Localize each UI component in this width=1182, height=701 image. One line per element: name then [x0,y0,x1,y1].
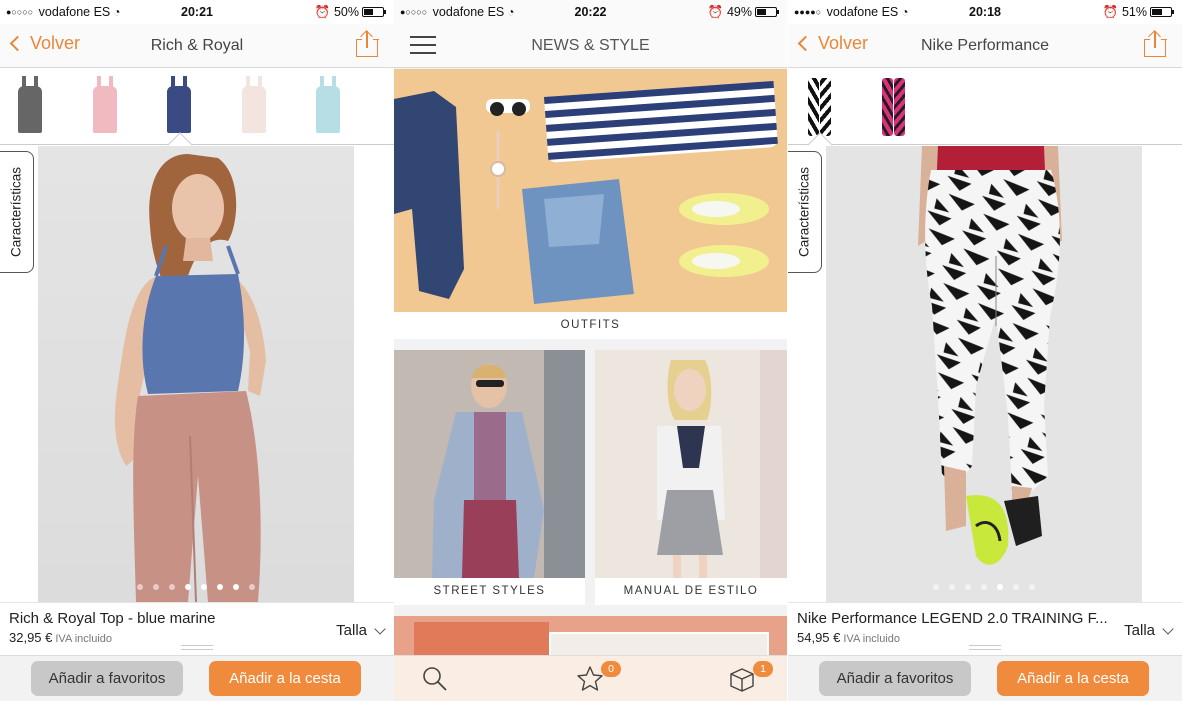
product-photo[interactable] [826,146,1142,602]
add-to-cart-button[interactable]: Añadir a la cesta [209,661,361,696]
features-tab[interactable]: Características [788,151,822,273]
outfits-image [394,69,787,312]
cart-badge: 1 [753,661,773,677]
favorites-badge: 0 [601,661,621,677]
search-icon [423,667,447,691]
thumbnail-pink-leggings[interactable] [879,76,909,136]
size-selector[interactable]: Talla [336,622,386,639]
add-to-cart-button[interactable]: Añadir a la cesta [997,661,1149,696]
page-title: Rich & Royal [150,37,244,54]
thumbnail-lightblue-top[interactable] [313,76,343,133]
street-styles-image [394,350,585,578]
product-screen-rich-royal: ●○○○○ vodafone ES ◔ 20:21 ⏰ 50% Volver Ri… [0,0,394,701]
battery-status: ⏰ 50% [314,5,386,20]
style-guide-image [595,350,787,578]
product-photo[interactable] [38,146,354,602]
features-tab[interactable]: Características [0,151,34,273]
next-tile[interactable] [394,616,787,656]
nav-bar: Volver Nike Performance [788,24,1182,68]
tab-favorites[interactable]: 0 [575,661,621,694]
image-pager [826,577,1142,595]
alarm-icon: ⏰ [314,5,331,19]
news-style-screen: ●○○○○ vodafone ES ◔ 20:22 ⏰ 49% NEWS & ST… [394,0,787,701]
action-bar: Añadir a favoritos Añadir a la cesta [0,655,394,701]
size-selector[interactable]: Talla [1124,622,1174,639]
share-icon[interactable] [1143,30,1167,58]
model-illustration [826,146,1142,602]
share-icon[interactable] [355,30,379,58]
nav-bar: Volver Rich & Royal [0,24,394,68]
add-to-favorites-button[interactable]: Añadir a favoritos [31,661,183,696]
tab-search[interactable] [420,664,452,694]
app-screens: ●○○○○ vodafone ES ◔ 20:21 ⏰ 50% Volver Ri… [0,0,1182,701]
status-bar: ●●●●○ vodafone ES ◔ 20:18 ⏰ 51% [788,0,1182,24]
battery-icon [755,7,779,17]
outfits-caption: OUTFITS [394,312,787,339]
battery-status: ⏰ 51% [1102,5,1174,20]
battery-status: ⏰ 49% [707,5,779,20]
thumbnail-gray-top[interactable] [15,76,45,133]
street-styles-tile[interactable]: STREET STYLES [394,350,585,605]
outfits-tile[interactable]: OUTFITS [394,69,787,339]
page-title: Nike Performance [920,37,1050,54]
product-price: 54,95 € IVA incluido [797,630,901,645]
battery-icon [1150,7,1174,17]
drag-handle[interactable] [181,645,213,650]
add-to-favorites-button[interactable]: Añadir a favoritos [819,661,971,696]
product-name: Nike Performance LEGEND 2.0 TRAINING F..… [797,610,1108,627]
color-thumbnails [0,69,394,145]
thumbnail-bw-leggings[interactable] [805,76,835,136]
thumbnail-pink-top[interactable] [90,76,120,133]
image-pager [38,577,354,595]
tab-bar: 0 1 [394,655,787,701]
alarm-icon: ⏰ [707,5,724,19]
product-price: 32,95 € IVA incluido [9,630,113,645]
street-styles-caption: STREET STYLES [394,578,585,605]
thumbnail-cream-top[interactable] [239,76,269,133]
page-title: NEWS & STYLE [531,37,650,54]
status-bar: ●○○○○ vodafone ES ◔ 20:21 ⏰ 50% [0,0,394,24]
battery-icon [362,7,386,17]
action-bar: Añadir a favoritos Añadir a la cesta [788,655,1182,701]
product-name: Rich & Royal Top - blue marine [9,610,216,627]
nav-bar: NEWS & STYLE [394,24,787,68]
tab-cart[interactable]: 1 [727,661,773,694]
chevron-down-icon [374,622,386,635]
status-bar: ●○○○○ vodafone ES ◔ 20:22 ⏰ 49% [394,0,787,24]
chevron-down-icon [1162,622,1174,635]
thumbnail-navy-top[interactable] [164,76,194,133]
style-guide-tile[interactable]: MANUAL DE ESTILO [595,350,787,605]
style-guide-caption: MANUAL DE ESTILO [595,578,787,605]
product-screen-nike: ●●●●○ vodafone ES ◔ 20:18 ⏰ 51% Volver Ni… [788,0,1182,701]
color-thumbnails [788,69,1182,145]
model-illustration [38,146,354,602]
drag-handle[interactable] [969,645,1001,650]
alarm-icon: ⏰ [1102,5,1119,19]
